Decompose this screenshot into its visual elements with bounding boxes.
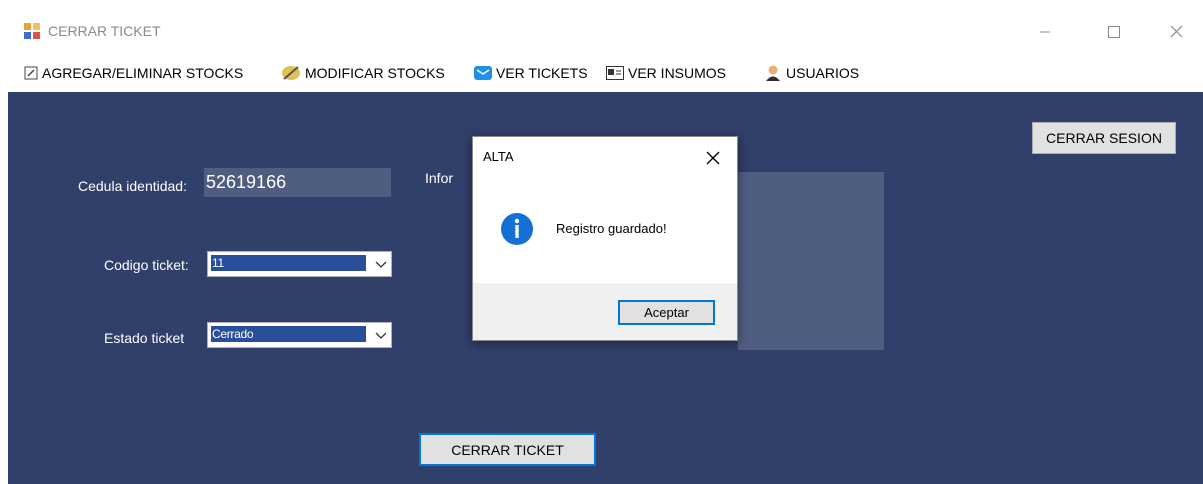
informacion-textarea[interactable] [738,172,884,350]
menu-item-agregar-eliminar-stocks[interactable]: AGREGAR/ELIMINAR STOCKS [24,54,243,92]
accept-button[interactable]: Aceptar [618,300,715,325]
estado-ticket-value: Cerrado [211,326,366,342]
close-window-button[interactable] [1153,8,1199,54]
user-icon [766,65,780,81]
menu-item-modificar-stocks[interactable]: MODIFICAR STOCKS [281,54,445,92]
codigo-ticket-value: 11 [211,255,366,271]
logout-button[interactable]: CERRAR SESION [1032,122,1176,154]
chevron-down-icon[interactable] [373,325,389,343]
message-dialog: ALTA Registro guardado! Aceptar [472,136,738,341]
menu-item-label: VER INSUMOS [628,65,727,81]
main-window: CERRAR TICKET AGREGAR/ELIMINAR STOCKS MO… [8,8,1203,484]
maximize-button[interactable] [1090,8,1136,54]
cedula-label: Cedula identidad: [78,178,187,194]
codigo-label: Codigo ticket: [104,257,189,273]
menu-item-label: AGREGAR/ELIMINAR STOCKS [42,65,244,81]
minimize-button[interactable] [1022,8,1068,54]
mail-icon [474,66,492,80]
informacion-label: Infor [425,170,454,186]
card-icon [606,66,624,80]
menu-bar: AGREGAR/ELIMINAR STOCKS MODIFICAR STOCKS… [8,54,1203,92]
estado-label: Estado ticket [104,330,185,346]
dialog-title: ALTA [483,149,514,164]
codigo-ticket-combo[interactable]: 11 [207,251,392,277]
menu-item-ver-tickets[interactable]: VER TICKETS [474,54,588,92]
estado-ticket-combo[interactable]: Cerrado [207,322,392,348]
app-form-icon [24,23,40,39]
dialog-message: Registro guardado! [556,221,667,236]
cedula-value: 52619166 [206,172,287,192]
pencil-icon [282,66,300,80]
dialog-footer: Aceptar [473,283,737,340]
title-bar: CERRAR TICKET [8,8,1203,54]
menu-item-usuarios[interactable]: USUARIOS [764,54,859,92]
chevron-down-icon[interactable] [373,254,389,272]
menu-item-ver-insumos[interactable]: VER INSUMOS [606,54,726,92]
close-icon[interactable] [702,147,724,169]
close-ticket-button[interactable]: CERRAR TICKET [419,433,596,466]
menu-item-label: MODIFICAR STOCKS [305,65,445,81]
notepad-icon [24,66,38,80]
menu-item-label: USUARIOS [786,65,860,81]
cedula-field[interactable]: 52619166 [204,168,391,197]
info-icon [500,212,534,246]
menu-item-label: VER TICKETS [496,65,588,81]
window-title: CERRAR TICKET [48,23,161,39]
